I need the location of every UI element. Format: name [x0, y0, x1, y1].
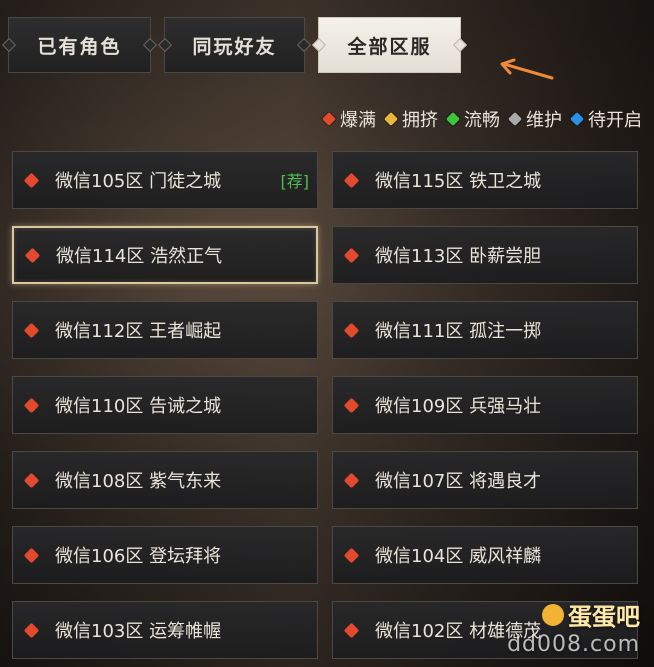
status-diamond-icon	[23, 622, 40, 638]
legend-label: 爆满	[340, 110, 376, 131]
server-item[interactable]: 微信109区 兵强马壮	[332, 376, 638, 434]
server-label: 微信113区 卧薪尝胆	[375, 246, 542, 267]
annotation-arrow-icon	[500, 58, 554, 80]
server-item[interactable]: 微信114区 浩然正气	[12, 226, 318, 284]
server-item[interactable]: 微信106区 登坛拜将	[12, 526, 318, 584]
server-label: 微信112区 王者崛起	[55, 321, 222, 342]
server-label: 微信111区 孤注一掷	[375, 321, 542, 342]
tab-owned-characters[interactable]: 已有角色	[8, 17, 151, 73]
status-diamond-icon	[343, 622, 360, 638]
legend-item: 拥挤	[383, 106, 438, 132]
status-diamond-icon	[343, 472, 360, 488]
legend-label: 待开启	[588, 110, 642, 131]
status-diamond-icon	[343, 322, 360, 338]
legend-label: 拥挤	[402, 110, 438, 131]
status-diamond-icon	[383, 111, 399, 127]
legend-item: 流畅	[445, 106, 500, 132]
status-diamond-icon	[343, 172, 360, 188]
server-label: 微信107区 将遇良才	[375, 471, 542, 492]
tab-friends[interactable]: 同玩好友	[164, 17, 305, 73]
server-item[interactable]: 微信108区 紫气东来	[12, 451, 318, 509]
server-item[interactable]: 微信113区 卧薪尝胆	[332, 226, 638, 284]
server-label: 微信105区 门徒之城	[55, 171, 222, 192]
server-label: 微信114区 浩然正气	[56, 246, 223, 267]
server-label: 微信104区 威风祥麟	[375, 546, 542, 567]
server-label: 微信106区 登坛拜将	[55, 546, 222, 567]
legend-item: 待开启	[569, 106, 642, 132]
server-item[interactable]: 微信103区 运筹帷幄	[12, 601, 318, 659]
status-diamond-icon	[343, 247, 360, 263]
watermark-top-text: 蛋蛋吧	[568, 603, 640, 631]
egg-logo-icon	[542, 603, 564, 626]
legend-item: 维护	[507, 106, 562, 132]
status-diamond-icon	[23, 397, 40, 413]
status-diamond-icon	[321, 111, 337, 127]
status-diamond-icon	[23, 322, 40, 338]
status-diamond-icon	[343, 397, 360, 413]
status-diamond-icon	[23, 472, 40, 488]
status-diamond-icon	[445, 111, 461, 127]
status-diamond-icon	[23, 172, 40, 188]
status-diamond-icon	[23, 547, 40, 563]
server-label: 微信115区 铁卫之城	[375, 171, 542, 192]
legend-item: 爆满	[321, 106, 376, 132]
server-label: 微信103区 运筹帷幄	[55, 621, 222, 642]
legend-label: 流畅	[464, 110, 500, 131]
server-label: 微信110区 告诫之城	[55, 396, 222, 417]
recommended-badge: [荐]	[280, 172, 310, 191]
status-legend: 爆满 拥挤 流畅 维护 待开启	[321, 106, 642, 132]
legend-label: 维护	[526, 110, 562, 131]
status-diamond-icon	[569, 111, 585, 127]
server-item[interactable]: 微信105区 门徒之城 [荐]	[12, 151, 318, 209]
status-diamond-icon	[507, 111, 523, 127]
server-item[interactable]: 微信107区 将遇良才	[332, 451, 638, 509]
status-diamond-icon	[343, 547, 360, 563]
server-item[interactable]: 微信110区 告诫之城	[12, 376, 318, 434]
server-item[interactable]: 微信111区 孤注一掷	[332, 301, 638, 359]
server-item[interactable]: 微信104区 威风祥麟	[332, 526, 638, 584]
server-label: 微信108区 紫气东来	[55, 471, 222, 492]
watermark-bottom-text: dd008.com	[507, 632, 640, 657]
watermark-logo: 蛋蛋吧 dd008.com	[507, 597, 640, 657]
server-item[interactable]: 微信115区 铁卫之城	[332, 151, 638, 209]
server-item[interactable]: 微信112区 王者崛起	[12, 301, 318, 359]
tab-all-servers[interactable]: 全部区服	[318, 17, 461, 73]
server-label: 微信109区 兵强马壮	[375, 396, 542, 417]
status-diamond-icon	[24, 247, 41, 263]
